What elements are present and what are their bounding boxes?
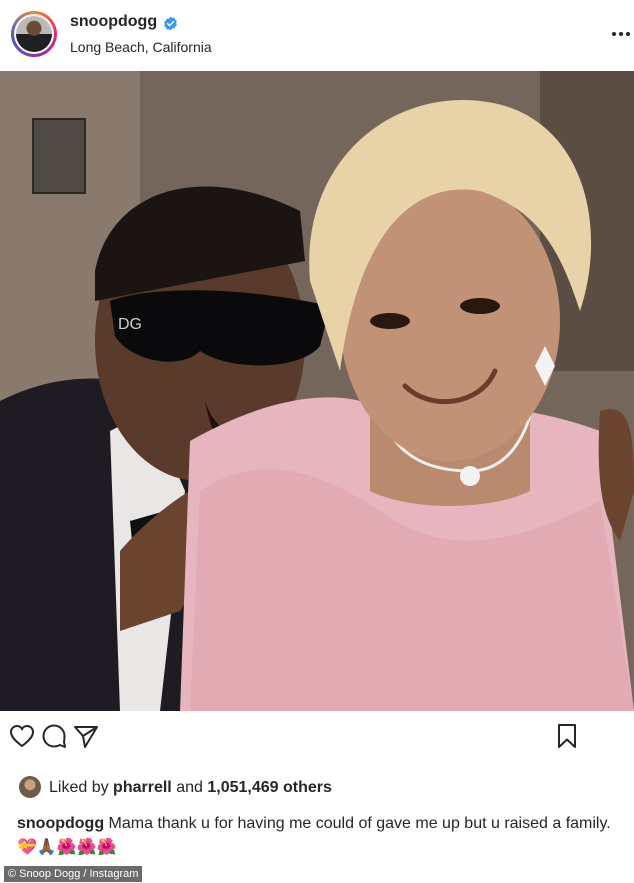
post-caption: snoopdogg Mama thank u for having me cou…	[17, 812, 617, 860]
likes-and: and	[176, 779, 203, 796]
photo-illustration: DG	[0, 71, 634, 711]
post-location[interactable]: Long Beach, California	[70, 39, 212, 55]
post-username[interactable]: snoopdogg	[70, 13, 157, 31]
avatar-frame	[14, 14, 54, 54]
profile-avatar[interactable]	[11, 11, 57, 57]
likes-row: Liked by pharrell and 1,051,469 others	[0, 772, 634, 802]
caption-emojis: 💝🙏🏾🌺🌺🌺	[17, 839, 117, 856]
liker-username[interactable]: pharrell	[113, 779, 172, 796]
post-header: snoopdogg Long Beach, California	[0, 0, 634, 70]
action-bar	[0, 722, 634, 758]
caption-text: Mama thank u for having me could of gave…	[108, 815, 611, 832]
likes-text: Liked by pharrell and 1,051,469 others	[49, 779, 332, 797]
heart-icon[interactable]	[8, 722, 36, 750]
svg-text:DG: DG	[118, 316, 142, 333]
likes-count[interactable]: 1,051,469 others	[207, 779, 332, 796]
caption-username[interactable]: snoopdogg	[17, 815, 104, 832]
verified-badge-icon	[164, 16, 177, 31]
liker-avatar[interactable]	[19, 776, 41, 798]
post-photo[interactable]: DG	[0, 71, 634, 711]
share-icon[interactable]	[72, 722, 100, 750]
likes-prefix: Liked by	[49, 779, 109, 796]
more-options-icon[interactable]	[610, 23, 632, 45]
comment-icon[interactable]	[40, 722, 68, 750]
avatar-image	[16, 16, 52, 52]
photo-credit: © Snoop Dogg / Instagram	[4, 866, 143, 882]
bookmark-icon[interactable]	[553, 722, 581, 750]
